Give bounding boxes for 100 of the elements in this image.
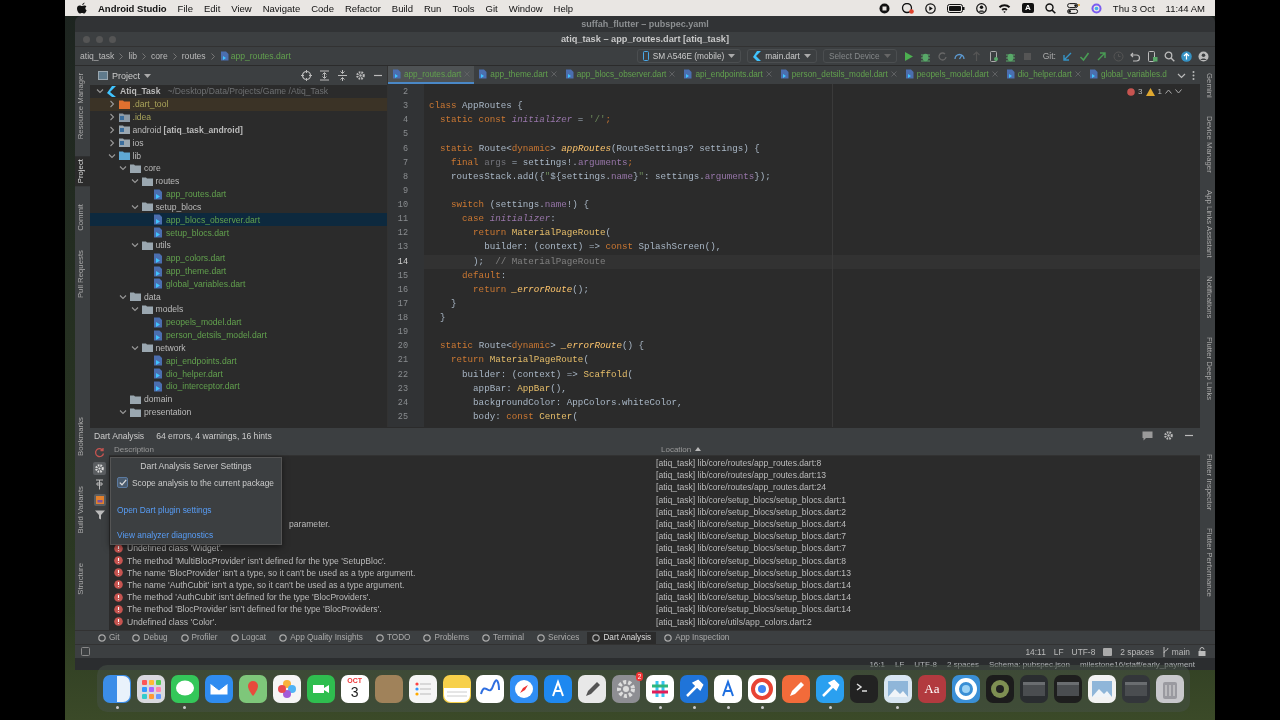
folder-breadcrumb[interactable]: lib bbox=[128, 51, 137, 61]
tree-item[interactable]: app_routes.dart bbox=[90, 187, 387, 201]
book-icon[interactable] bbox=[1103, 647, 1113, 656]
account-icon[interactable] bbox=[1198, 50, 1209, 62]
assistant-icon[interactable] bbox=[1090, 2, 1102, 14]
app-icon[interactable] bbox=[476, 674, 505, 703]
menu-item[interactable]: Run bbox=[423, 2, 442, 14]
tree-item[interactable]: dio_helper.dart bbox=[90, 367, 387, 381]
chevron-down-icon[interactable] bbox=[130, 241, 139, 250]
app-icon[interactable] bbox=[849, 674, 878, 703]
problem-location[interactable]: [atiq_task] lib/core/setup_blocs/setup_blocs.dart:14 bbox=[651, 579, 851, 590]
checkmark-icon[interactable] bbox=[1079, 50, 1090, 62]
editor-tab[interactable]: dio_helper.dart bbox=[1001, 66, 1085, 84]
tool-window-tab[interactable]: Terminal bbox=[477, 631, 530, 644]
app-icon[interactable] bbox=[1155, 674, 1184, 703]
tool-window-tab[interactable]: Debug bbox=[127, 631, 173, 644]
problem-location[interactable]: [atiq_task] lib/core/setup_blocs/setup_blocs.dart:4 bbox=[651, 519, 847, 530]
checkbox-label[interactable]: Scope analysis to the current package bbox=[132, 477, 274, 488]
tool-window-tab[interactable]: App Inspection bbox=[659, 631, 735, 644]
problem-description[interactable]: parameter. bbox=[289, 519, 331, 530]
record-icon[interactable] bbox=[879, 2, 891, 14]
editor-tab[interactable]: api_endpoints.dart bbox=[679, 66, 776, 84]
tree-item[interactable]: core bbox=[90, 161, 387, 175]
folder-breadcrumb[interactable]: routes bbox=[181, 51, 206, 61]
error-icon[interactable] bbox=[1127, 87, 1136, 96]
app-icon[interactable] bbox=[883, 674, 912, 703]
problem-location[interactable]: [atiq_task] lib/core/setup_blocs/setup_blocs.dart:1 bbox=[651, 494, 847, 505]
app-icon[interactable]: Aa bbox=[917, 674, 946, 703]
app-icon[interactable] bbox=[544, 674, 573, 703]
error-count[interactable]: 3 bbox=[1138, 87, 1143, 96]
tool-window-tab[interactable]: Git bbox=[93, 631, 125, 644]
phone-icon[interactable] bbox=[1147, 50, 1158, 62]
chevron-down-icon[interactable] bbox=[96, 87, 104, 96]
app-icon[interactable] bbox=[170, 674, 199, 703]
chevron-down-icon[interactable] bbox=[130, 202, 139, 211]
column-header[interactable]: Description bbox=[109, 444, 656, 454]
tree-item[interactable]: ios bbox=[90, 136, 387, 150]
editor-tab[interactable]: global_variables.d bbox=[1084, 66, 1171, 84]
tree-item[interactable]: app_blocs_observer.dart bbox=[90, 213, 387, 227]
file-encoding[interactable]: UTF-8 bbox=[1071, 646, 1096, 657]
problem-description[interactable]: The method 'MultiBlocProvider' isn't defined for the type 'SetupBloc'. bbox=[127, 555, 386, 566]
tree-item[interactable]: setup_blocs.dart bbox=[90, 226, 387, 239]
tree-item[interactable]: lib bbox=[90, 149, 387, 162]
project-view-selector[interactable]: Project bbox=[98, 70, 151, 81]
chevron-down-icon[interactable] bbox=[119, 408, 127, 417]
tool-window-tab[interactable]: Services bbox=[532, 631, 585, 644]
arrow-icon[interactable] bbox=[1096, 50, 1107, 62]
problem-description[interactable]: The method 'BlocProvider' isn't defined for the type 'BlocProviders'. bbox=[127, 604, 382, 615]
app-icon[interactable] bbox=[578, 674, 607, 703]
problem-location[interactable]: [atiq_task] lib/core/setup_blocs/setup_blocs.dart:14 bbox=[651, 592, 851, 603]
tree-item[interactable]: setup_blocs bbox=[90, 200, 387, 214]
battery-icon[interactable] bbox=[947, 3, 966, 13]
app-icon[interactable] bbox=[1087, 674, 1116, 703]
chevron-down-icon[interactable] bbox=[130, 177, 139, 186]
app-icon[interactable] bbox=[306, 674, 335, 703]
lock-icon[interactable] bbox=[1198, 647, 1207, 656]
tree-item[interactable]: models bbox=[90, 303, 387, 316]
menu-item[interactable]: File bbox=[177, 2, 193, 14]
refresh-icon[interactable] bbox=[94, 447, 105, 458]
problem-location[interactable]: [atiq_task] lib/core/setup_blocs/setup_blocs.dart:2 bbox=[651, 506, 847, 517]
collapse-all-icon[interactable] bbox=[337, 70, 348, 81]
tool-window-tab[interactable]: TODO bbox=[370, 631, 416, 644]
settings-icon[interactable] bbox=[93, 462, 106, 475]
tree-item[interactable]: peopels_model.dart bbox=[90, 315, 387, 329]
tree-item[interactable]: dio_interceptor.dart bbox=[90, 380, 387, 393]
menu-item[interactable]: Build bbox=[391, 2, 413, 14]
folder-breadcrumb[interactable]: core bbox=[151, 51, 168, 61]
menu-item[interactable]: Git bbox=[485, 2, 498, 14]
app-icon[interactable] bbox=[103, 674, 131, 703]
app-icon[interactable] bbox=[816, 674, 844, 703]
column-header[interactable]: Location bbox=[656, 444, 702, 454]
problem-location[interactable]: [atiq_task] lib/core/setup_blocs/setup_blocs.dart:7 bbox=[651, 543, 847, 554]
app-icon[interactable] bbox=[680, 674, 709, 703]
app-icon[interactable] bbox=[204, 674, 233, 703]
folder-breadcrumb[interactable]: atiq_task bbox=[80, 51, 115, 61]
problem-description[interactable]: The name 'AuthCubit' isn't a type, so it can't be used as a type argument. bbox=[127, 579, 405, 590]
app-icon[interactable] bbox=[714, 674, 743, 703]
editor-tab[interactable]: person_detsils_model.dart bbox=[775, 66, 901, 84]
problem-location[interactable]: [atiq_task] lib/core/routes/app_routes.dart:8 bbox=[651, 458, 822, 469]
chat-icon[interactable] bbox=[1142, 430, 1153, 441]
app-icon[interactable] bbox=[442, 674, 471, 703]
app-icon[interactable] bbox=[136, 674, 165, 703]
run-configuration-selector[interactable]: main.dart bbox=[747, 49, 817, 63]
update-icon[interactable] bbox=[1181, 50, 1192, 62]
app-icon[interactable] bbox=[408, 674, 437, 703]
problem-location[interactable]: [atiq_task] lib/core/setup_blocs/setup_blocs.dart:8 bbox=[651, 555, 847, 566]
undo-icon[interactable] bbox=[1130, 50, 1141, 62]
layout-icon[interactable] bbox=[81, 647, 90, 656]
menu-item[interactable]: Edit bbox=[203, 2, 221, 14]
menu-item[interactable]: View bbox=[231, 2, 252, 14]
problem-location[interactable]: [atiq_task] lib/core/setup_blocs/setup_blocs.dart:7 bbox=[651, 531, 847, 542]
apple-icon[interactable] bbox=[77, 2, 87, 14]
tree-item[interactable]: domain bbox=[90, 392, 387, 406]
problem-location[interactable]: [atiq_task] lib/core/routes/app_routes.dart:24 bbox=[651, 482, 827, 493]
app-icon[interactable] bbox=[951, 674, 980, 703]
file-breadcrumb[interactable]: app_routes.dart bbox=[219, 51, 291, 61]
tool-window-tab[interactable]: Profiler bbox=[175, 631, 223, 644]
menu-item[interactable]: Window bbox=[508, 2, 543, 14]
tree-item[interactable]: Atiq_Task ~/Desktop/Data/Projects/Game /Atiq_Task bbox=[90, 85, 387, 98]
user-icon[interactable] bbox=[976, 2, 988, 14]
